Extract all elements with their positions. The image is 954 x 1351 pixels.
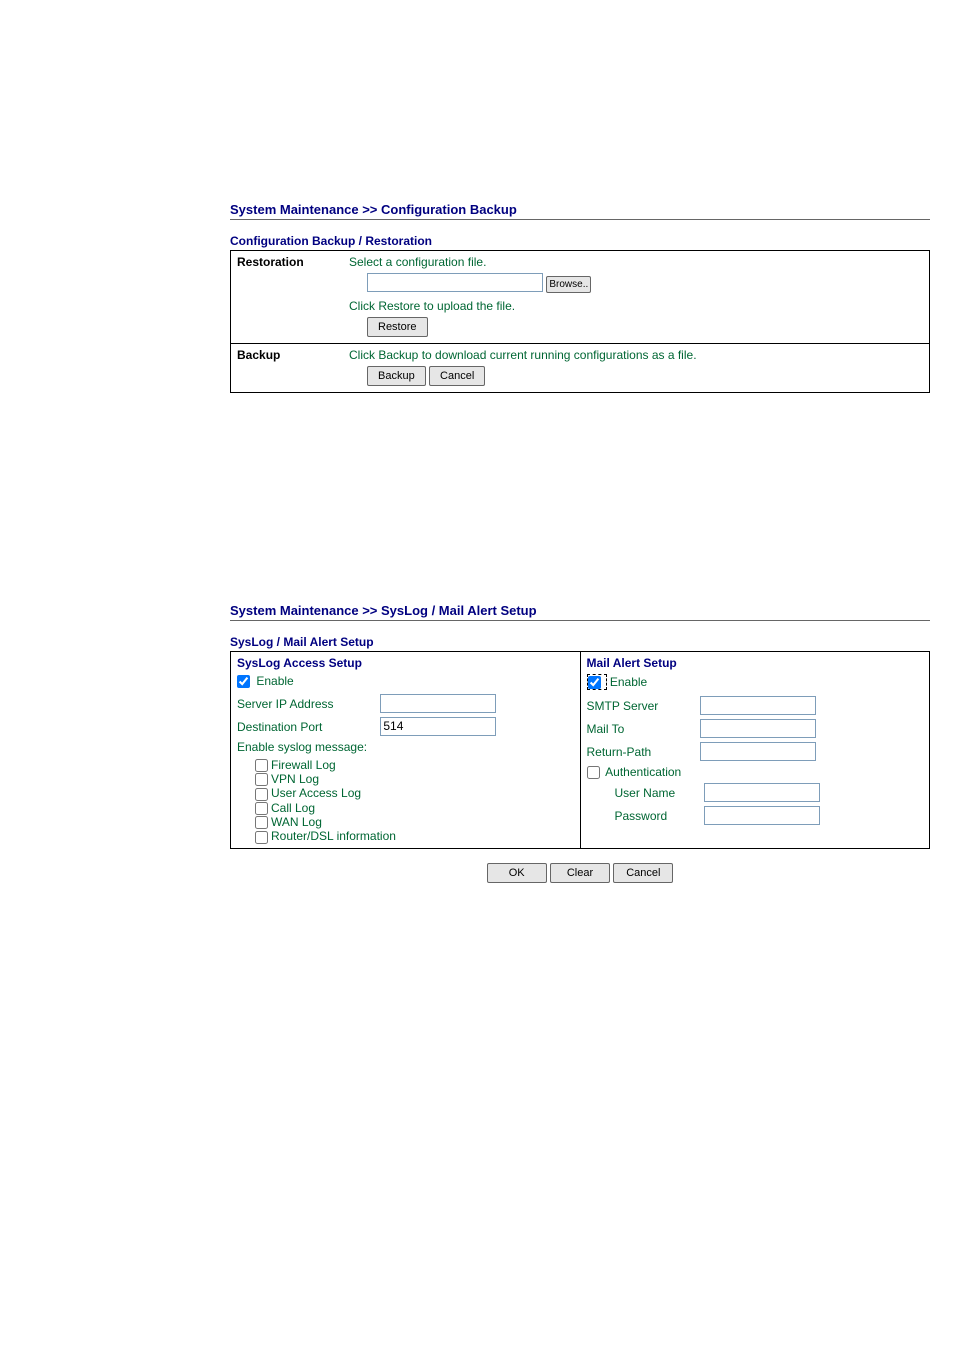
dest-port-label: Destination Port (237, 720, 377, 734)
mail-to-input[interactable] (700, 719, 816, 738)
return-path-label: Return-Path (587, 745, 697, 759)
restore-button[interactable]: Restore (367, 317, 428, 337)
wan-log-checkbox[interactable] (255, 816, 268, 829)
config-backup-section: System Maintenance >> Configuration Back… (230, 202, 930, 393)
ok-button[interactable]: OK (487, 863, 547, 883)
config-panel: Restoration Select a configuration file.… (230, 250, 930, 393)
upload-text: Click Restore to upload the file. (349, 299, 923, 313)
title-divider-1 (230, 219, 930, 220)
restoration-header: Restoration (231, 251, 344, 344)
smtp-input[interactable] (700, 696, 816, 715)
mail-enable-checkbox[interactable] (588, 676, 601, 689)
select-config-text: Select a configuration file. (349, 255, 923, 269)
browse-button[interactable]: Browse.. (546, 276, 591, 293)
config-file-input[interactable] (367, 273, 543, 292)
password-label: Password (615, 809, 701, 823)
syslog-enable-checkbox[interactable] (237, 675, 250, 688)
vpn-log-label: VPN Log (271, 772, 319, 786)
syslog-mail-panel: SysLog Access Setup Enable Server IP Add… (230, 651, 930, 849)
clear-button[interactable]: Clear (550, 863, 610, 883)
backup-text: Click Backup to download current running… (349, 348, 923, 362)
auth-label: Authentication (605, 765, 681, 779)
wan-log-label: WAN Log (271, 815, 322, 829)
syslog-enable-label: Enable (256, 674, 293, 688)
cancel-button[interactable]: Cancel (613, 863, 673, 883)
backup-button[interactable]: Backup (367, 366, 426, 386)
auth-checkbox[interactable] (587, 766, 600, 779)
server-ip-input[interactable] (380, 694, 496, 713)
dest-port-input[interactable] (380, 717, 496, 736)
firewall-log-checkbox[interactable] (255, 759, 268, 772)
mail-heading: Mail Alert Setup (587, 656, 924, 670)
call-log-label: Call Log (271, 801, 315, 815)
router-dsl-label: Router/DSL information (271, 829, 396, 843)
subsection-title-2: SysLog / Mail Alert Setup (230, 635, 930, 649)
mail-to-label: Mail To (587, 722, 697, 736)
user-name-input[interactable] (704, 783, 820, 802)
syslog-mail-section: System Maintenance >> SysLog / Mail Aler… (230, 603, 930, 883)
mail-enable-label: Enable (610, 675, 647, 689)
call-log-checkbox[interactable] (255, 802, 268, 815)
firewall-log-label: Firewall Log (271, 758, 336, 772)
backup-header: Backup (231, 343, 344, 392)
user-access-log-checkbox[interactable] (255, 788, 268, 801)
user-access-log-label: User Access Log (271, 786, 361, 800)
user-name-label: User Name (615, 786, 701, 800)
smtp-label: SMTP Server (587, 699, 697, 713)
server-ip-label: Server IP Address (237, 697, 377, 711)
router-dsl-checkbox[interactable] (255, 831, 268, 844)
syslog-heading: SysLog Access Setup (237, 656, 574, 670)
vpn-log-checkbox[interactable] (255, 773, 268, 786)
page-title-1: System Maintenance >> Configuration Back… (230, 202, 930, 217)
password-input[interactable] (704, 806, 820, 825)
page-title-2: System Maintenance >> SysLog / Mail Aler… (230, 603, 930, 618)
return-path-input[interactable] (700, 742, 816, 761)
cancel-backup-button[interactable]: Cancel (429, 366, 485, 386)
title-divider-2 (230, 620, 930, 621)
enable-message-label: Enable syslog message: (237, 740, 367, 754)
subsection-title-1: Configuration Backup / Restoration (230, 234, 930, 248)
